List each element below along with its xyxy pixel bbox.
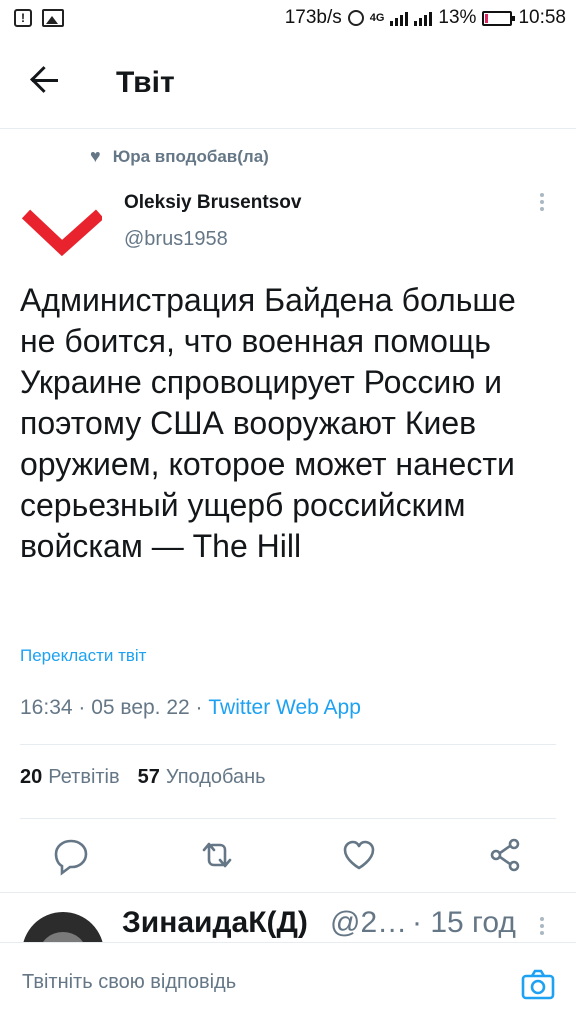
alarm-icon bbox=[347, 10, 364, 26]
camera-icon[interactable] bbox=[520, 967, 556, 1003]
engagement-counts: 20 Ретвітів 57 Уподобань bbox=[20, 766, 266, 789]
notification-alert-icon: ! bbox=[14, 9, 32, 27]
reply-more-options-icon[interactable] bbox=[534, 914, 550, 942]
clock: 10:58 bbox=[518, 7, 566, 28]
retweet-icon[interactable] bbox=[192, 830, 242, 880]
retweets-label: Ретвітів bbox=[48, 766, 120, 788]
share-icon[interactable] bbox=[480, 830, 530, 880]
author-name[interactable]: Oleksiy Brusentsov bbox=[124, 192, 301, 214]
likes-count-link[interactable]: 57 Уподобань bbox=[138, 766, 266, 789]
timestamp: 16:34 · 05 вер. 22 · bbox=[20, 696, 209, 719]
more-options-icon[interactable] bbox=[534, 190, 550, 218]
signal-icon-2 bbox=[414, 10, 433, 26]
status-bar: ! 173b/s 4G 13% 10:58 bbox=[0, 0, 576, 38]
tweet-text: Администрация Байдена больше не боится, … bbox=[20, 282, 516, 564]
back-arrow-icon[interactable] bbox=[28, 62, 64, 98]
translate-tweet-link[interactable]: Перекласти твіт bbox=[20, 646, 146, 666]
reply-compose-bar: Твітніть свою відповідь bbox=[0, 942, 576, 1025]
reply-icon[interactable] bbox=[46, 830, 96, 880]
page-title: Твіт bbox=[116, 66, 175, 99]
reply-input[interactable]: Твітніть свою відповідь bbox=[22, 971, 236, 994]
top-app-bar: Твіт bbox=[0, 38, 576, 129]
social-context[interactable]: ♥ Юра вподобав(ла) bbox=[90, 146, 269, 167]
divider bbox=[0, 892, 576, 893]
avatar[interactable] bbox=[21, 184, 105, 264]
likes-count: 57 bbox=[137, 766, 160, 788]
liked-by-label: Юра вподобав(ла) bbox=[112, 146, 269, 166]
tweet-meta: 16:34 · 05 вер. 22 · Twitter Web App bbox=[20, 696, 361, 720]
tweet-actions bbox=[0, 830, 576, 880]
heart-icon: ♥ bbox=[90, 146, 101, 166]
image-notification-icon bbox=[42, 9, 64, 27]
network-type: 4G bbox=[369, 12, 385, 24]
reply-time: · 15 год bbox=[412, 906, 516, 939]
network-speed: 173b/s bbox=[284, 7, 342, 28]
signal-icon bbox=[390, 10, 409, 26]
battery-icon bbox=[482, 10, 516, 26]
retweets-count: 20 bbox=[20, 766, 43, 788]
like-icon[interactable] bbox=[334, 830, 384, 880]
divider bbox=[20, 818, 556, 819]
source-link[interactable]: Twitter Web App bbox=[208, 696, 361, 719]
divider bbox=[20, 744, 556, 745]
battery-percent: 13% bbox=[438, 7, 477, 28]
logo-checkmark-icon bbox=[21, 209, 105, 257]
likes-label: Уподобань bbox=[165, 766, 266, 788]
reply-author-handle[interactable]: @2… bbox=[330, 906, 407, 940]
reply-author-name[interactable]: ЗинаидаК(Д) bbox=[122, 906, 308, 940]
retweets-count-link[interactable]: 20 Ретвітів bbox=[20, 766, 120, 789]
author-handle[interactable]: @brus1958 bbox=[124, 228, 228, 251]
